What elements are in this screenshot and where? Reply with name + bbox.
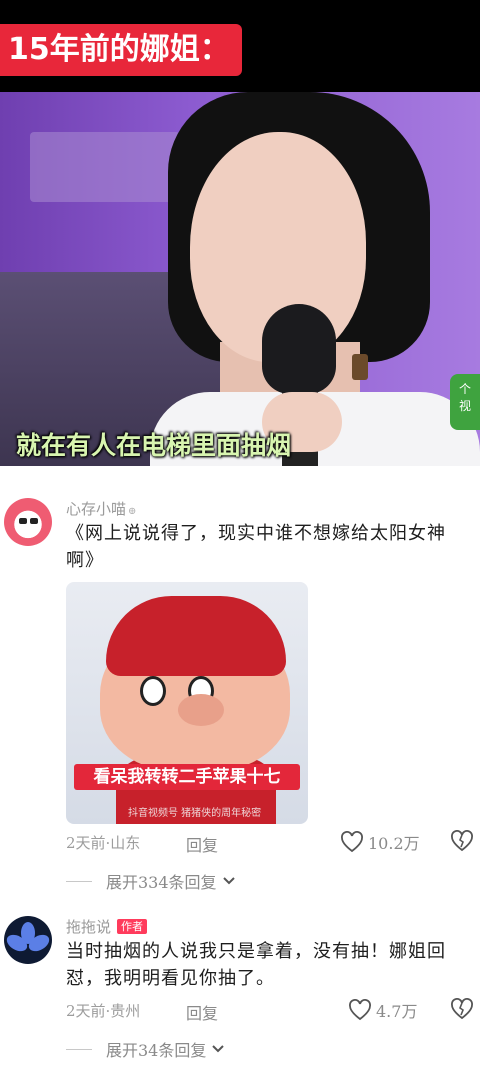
video-player[interactable]: 15年前的娜姐： 个视 就在有人在电梯里面抽烟 — [0, 0, 480, 466]
avatar-eye — [30, 518, 38, 524]
comment-username[interactable]: 心存小喵 ⊕ — [66, 498, 136, 519]
comment-text: 当时抽烟的人说我只是拿着，没有抽！娜姐回怼，我明明看见你抽了。 — [66, 941, 446, 989]
like-button[interactable]: 10.2万 — [340, 830, 420, 854]
username-text: 拖拖说 — [66, 918, 112, 936]
broken-heart-icon — [451, 830, 473, 852]
dislike-button[interactable] — [450, 830, 474, 854]
expand-replies[interactable]: 展开34条回复 — [66, 1038, 226, 1060]
broken-heart-icon — [451, 998, 473, 1020]
comment-username[interactable]: 拖拖说 作者 — [66, 916, 148, 937]
comment-item: 拖拖说 作者 当时抽烟的人说我只是拿着，没有抽！娜姐回怼，我明明看见你抽了。 2天… — [0, 900, 480, 1067]
video-subtitle: 就在有人在电梯里面抽烟 — [16, 431, 292, 460]
tv-channel-logo: 个视 — [450, 374, 480, 430]
like-button[interactable]: 4.7万 — [348, 998, 417, 1022]
meme-watermark: 抖音视频号 猪猪侠的周年秘密 — [128, 808, 262, 819]
comment-image[interactable]: 看呆我转转二手苹果十七 抖音视频号 猪猪侠的周年秘密 — [66, 582, 308, 824]
reply-button[interactable]: 回复 — [186, 1000, 218, 1024]
meme-caption: 看呆我转转二手苹果十七 — [74, 764, 300, 790]
avatar[interactable] — [4, 498, 52, 546]
video-header: 15年前的娜姐： — [0, 0, 480, 92]
background-shelf — [30, 132, 180, 202]
heart-icon — [349, 999, 371, 1021]
comment-time-location: 2天前·贵州 — [66, 1002, 141, 1020]
expand-replies-label: 展开34条回复 — [106, 1041, 207, 1060]
heart-icon — [341, 831, 363, 853]
chevron-down-icon — [222, 877, 235, 885]
like-count: 10.2万 — [368, 834, 420, 853]
earring — [352, 354, 368, 380]
dislike-button[interactable] — [450, 998, 474, 1022]
username-text: 心存小喵 — [66, 500, 127, 518]
microphone — [262, 304, 336, 394]
author-badge: 作者 — [117, 919, 148, 934]
avatar-eye — [19, 518, 27, 524]
meme-pig-snout — [178, 694, 224, 726]
avatar[interactable] — [4, 916, 52, 964]
reply-button[interactable]: 回复 — [186, 832, 218, 856]
user-badge-icon: ⊕ — [128, 506, 137, 517]
divider-line — [66, 880, 92, 882]
comment-time-location: 2天前·山东 — [66, 834, 141, 852]
comment-text: 《网上说说得了，现实中谁不想嫁给太阳女神啊》 — [66, 523, 446, 571]
meme-pig-eye — [140, 676, 166, 706]
expand-replies-label: 展开334条回复 — [106, 873, 217, 892]
meme-pig-hood — [106, 596, 286, 676]
like-count: 4.7万 — [376, 1002, 418, 1021]
chevron-down-icon — [212, 1045, 225, 1053]
divider-line — [66, 1048, 92, 1050]
video-title: 15年前的娜姐： — [0, 24, 242, 76]
expand-replies[interactable]: 展开334条回复 — [66, 870, 237, 892]
comment-item: 心存小喵 ⊕ 《网上说说得了，现实中谁不想嫁给太阳女神啊》 看呆我转转二手苹果十七… — [0, 466, 480, 896]
video-frame: 个视 — [0, 92, 480, 466]
